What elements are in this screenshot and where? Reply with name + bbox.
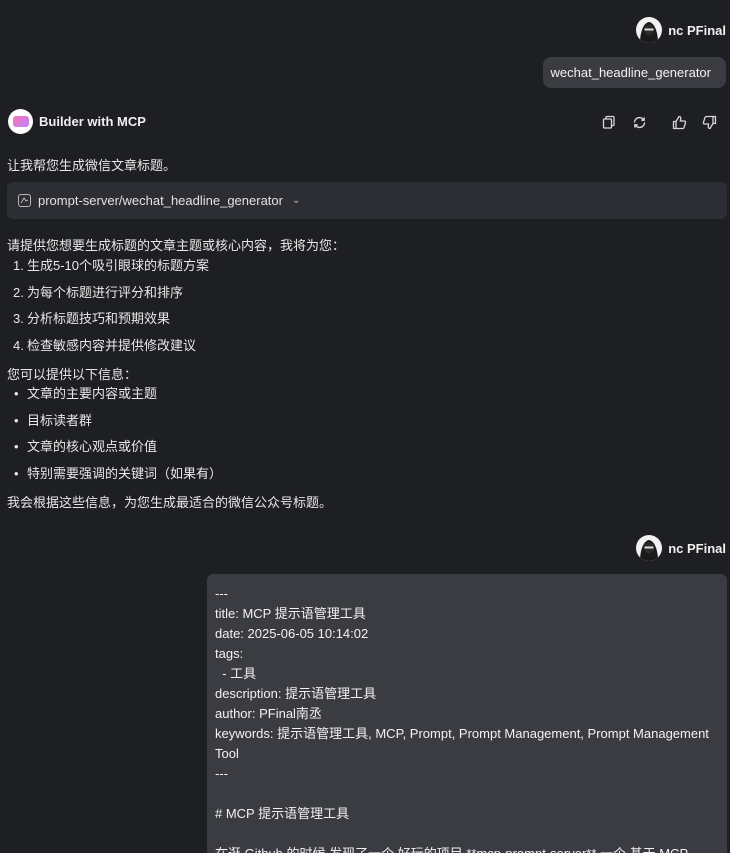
hooded-hacker-icon bbox=[640, 22, 659, 43]
md-line: 在逛 Github 的时候 发现了一个 好玩的项目 **mcp-prompt-s… bbox=[215, 844, 719, 853]
user-header: nc PFinal bbox=[636, 17, 726, 43]
list-item: 4. 检查敏感内容并提供修改建议 bbox=[13, 337, 197, 353]
copy-button[interactable] bbox=[596, 113, 622, 131]
list-item: • 文章的核心观点或价值 bbox=[14, 439, 158, 454]
md-line bbox=[215, 824, 719, 844]
list-item: 3. 分析标题技巧和预期效果 bbox=[13, 311, 171, 326]
md-line: tags: bbox=[215, 646, 244, 661]
dislike-button[interactable] bbox=[696, 113, 722, 131]
hooded-hacker-icon bbox=[640, 540, 659, 561]
md-line: date: 2025-06-05 10:14:02 bbox=[215, 626, 369, 641]
tool-call-label: prompt-server/wechat_headline_generator bbox=[38, 193, 283, 208]
md-line: title: MCP 提示语管理工具 bbox=[215, 606, 366, 621]
list-item: 2. 为每个标题进行评分和排序 bbox=[13, 284, 184, 300]
thumbs-down-icon bbox=[702, 115, 716, 129]
list-item: • 目标读者群 bbox=[14, 412, 93, 428]
md-line: keywords: 提示语管理工具, MCP, Prompt, Prompt M… bbox=[215, 726, 713, 761]
steps-list: 1. 生成5-10个吸引眼球的标题方案 2. 为每个标题进行评分和排序 3. 分析标题… bbox=[7, 257, 209, 363]
bot-logo-icon bbox=[12, 116, 29, 127]
user-name: nc PFinal bbox=[668, 22, 726, 38]
bot-info-intro: 您可以提供以下信息： bbox=[7, 367, 138, 382]
user-markdown-message: --- title: MCP 提示语管理工具 date: 2025-06-05 … bbox=[207, 574, 727, 853]
tool-call-toggle[interactable]: prompt-server/wechat_headline_generator … bbox=[7, 182, 727, 219]
bot-closing-text: 我会根据这些信息，为您生成最适合的微信公众号标题。 bbox=[7, 495, 333, 510]
bot-header: Builder with MCP bbox=[8, 109, 146, 134]
list-item: 1. 生成5-10个吸引眼球的标题方案 bbox=[13, 258, 210, 273]
md-line: --- bbox=[215, 766, 228, 781]
thumbs-up-icon bbox=[672, 115, 686, 129]
user-avatar[interactable] bbox=[636, 17, 663, 43]
bot-name: Builder with MCP bbox=[39, 114, 146, 129]
list-item: • 文章的主要内容或主题 bbox=[14, 386, 158, 401]
chevron-down-icon: ⌄ bbox=[291, 195, 301, 206]
bot-prompt-text: 请提供您想要生成标题的文章主题或核心内容，我将为您： bbox=[7, 238, 346, 253]
user-header: nc PFinal bbox=[636, 535, 726, 561]
user-name: nc PFinal bbox=[668, 540, 726, 556]
bot-avatar bbox=[8, 109, 33, 134]
like-button[interactable] bbox=[666, 113, 692, 131]
md-line: description: 提示语管理工具 bbox=[215, 686, 377, 701]
md-line: # MCP 提示语管理工具 bbox=[215, 806, 350, 821]
list-item: • 特别需要强调的关键词（如果有） bbox=[14, 465, 223, 481]
md-line bbox=[215, 784, 719, 804]
refresh-icon bbox=[633, 116, 645, 128]
md-line: author: PFinal南丞 bbox=[215, 706, 322, 721]
regenerate-button[interactable] bbox=[626, 113, 652, 131]
copy-icon bbox=[602, 115, 615, 129]
md-line: --- bbox=[215, 586, 228, 601]
tool-icon bbox=[18, 194, 31, 207]
md-line: - 工具 bbox=[215, 666, 257, 681]
message-actions bbox=[596, 113, 722, 131]
user-message: wechat_headline_generator bbox=[542, 57, 726, 88]
info-list: • 文章的主要内容或主题 • 目标读者群 • 文章的核心观点或价值 • 特别需要强调的关… bbox=[7, 385, 222, 491]
bot-intro-text: 让我帮您生成微信文章标题。 bbox=[7, 158, 177, 173]
user-avatar[interactable] bbox=[636, 535, 663, 561]
